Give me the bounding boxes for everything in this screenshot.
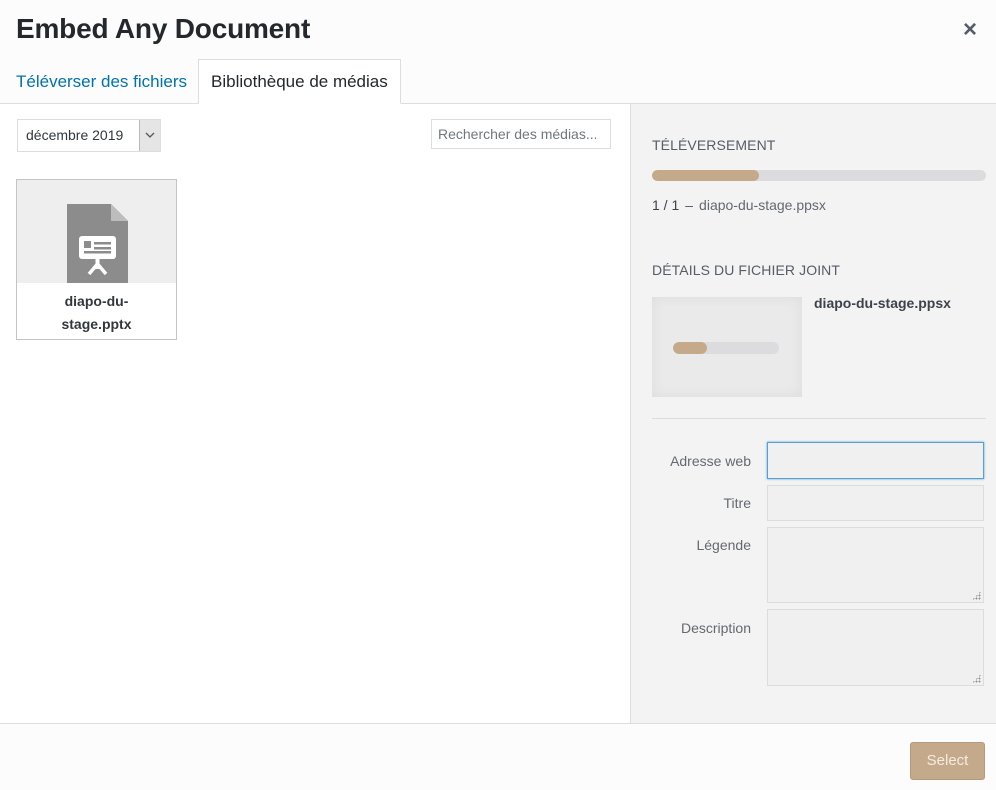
attachment-preview: [652, 297, 802, 397]
modal-title: Embed Any Document: [16, 13, 311, 44]
attachment-sidebar: TÉLÉVERSEMENT 1 / 1– diapo-du-stage.ppsx …: [630, 104, 996, 723]
divider: [652, 418, 986, 419]
upload-count: 1 / 1: [652, 197, 680, 213]
modal-header: Embed Any Document × Téléverser des fich…: [0, 0, 996, 104]
tab-media-library[interactable]: Bibliothèque de médias: [198, 59, 401, 104]
details-heading: DÉTAILS DU FICHIER JOINT: [652, 262, 841, 278]
date-filter-value: décembre 2019: [26, 127, 124, 143]
caption-label: Légende: [696, 537, 751, 553]
preview-progress-bar: [673, 342, 779, 354]
url-label: Adresse web: [670, 453, 751, 469]
url-field[interactable]: [767, 442, 984, 479]
upload-progress-bar: [652, 170, 986, 181]
media-browser: décembre 2019 diapo-du-stage.pptx: [0, 104, 630, 723]
chevron-down-icon: [139, 120, 160, 151]
presentation-file-icon: [67, 204, 128, 284]
select-button[interactable]: Select: [910, 742, 985, 780]
upload-progress-fill: [652, 170, 759, 181]
close-icon[interactable]: ×: [958, 18, 982, 42]
upload-filename: diapo-du-stage.ppsx: [699, 197, 826, 213]
resize-handle-icon[interactable]: [972, 591, 981, 600]
attachment-thumbnail: [17, 180, 176, 284]
upload-separator: –: [685, 197, 694, 213]
attachment-filename: diapo-du-stage.pptx: [17, 283, 176, 339]
date-filter-select[interactable]: décembre 2019: [17, 119, 161, 152]
modal-footer: Select: [0, 723, 996, 790]
details-filename: diapo-du-stage.ppsx: [814, 295, 951, 311]
description-label: Description: [680, 620, 751, 636]
description-textarea[interactable]: [767, 609, 984, 686]
attachment-item[interactable]: diapo-du-stage.pptx: [16, 179, 177, 340]
search-media-input[interactable]: [431, 119, 611, 149]
upload-heading: TÉLÉVERSEMENT: [652, 137, 776, 153]
tab-upload-files[interactable]: Téléverser des fichiers: [0, 59, 198, 104]
title-label: Titre: [723, 495, 751, 511]
tab-bar: Téléverser des fichiers Bibliothèque de …: [0, 59, 401, 104]
title-field[interactable]: [767, 485, 984, 521]
resize-handle-icon[interactable]: [972, 674, 981, 683]
caption-textarea[interactable]: [767, 527, 984, 603]
upload-status: 1 / 1– diapo-du-stage.ppsx: [652, 197, 826, 213]
preview-progress-fill: [673, 342, 707, 354]
